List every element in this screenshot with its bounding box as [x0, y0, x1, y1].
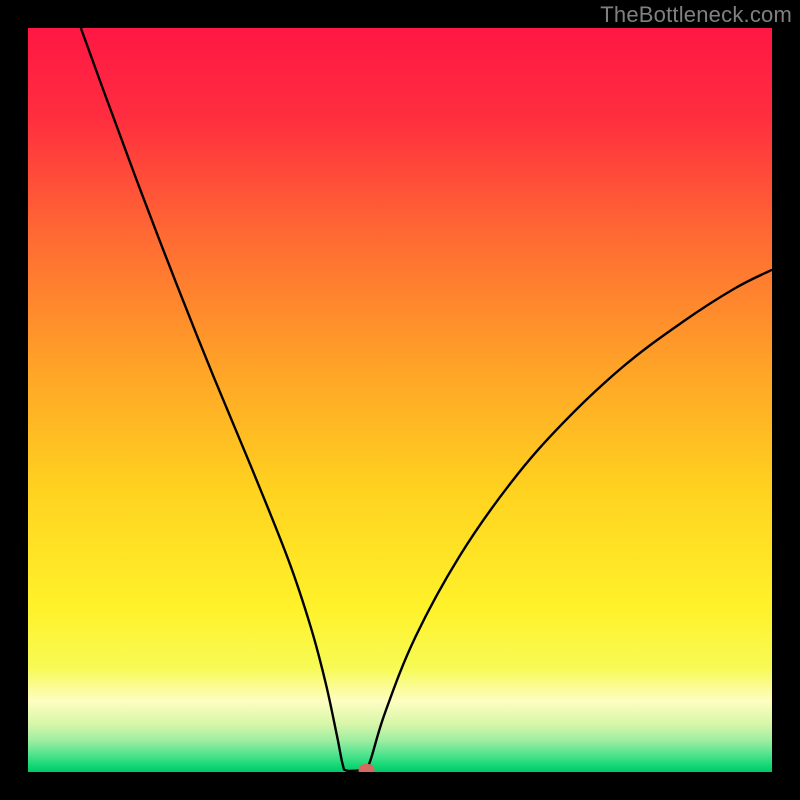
bottleneck-chart — [28, 28, 772, 772]
chart-frame: TheBottleneck.com — [0, 0, 800, 800]
gradient-background — [28, 28, 772, 772]
attribution-text: TheBottleneck.com — [600, 2, 792, 28]
plot-area — [28, 28, 772, 772]
